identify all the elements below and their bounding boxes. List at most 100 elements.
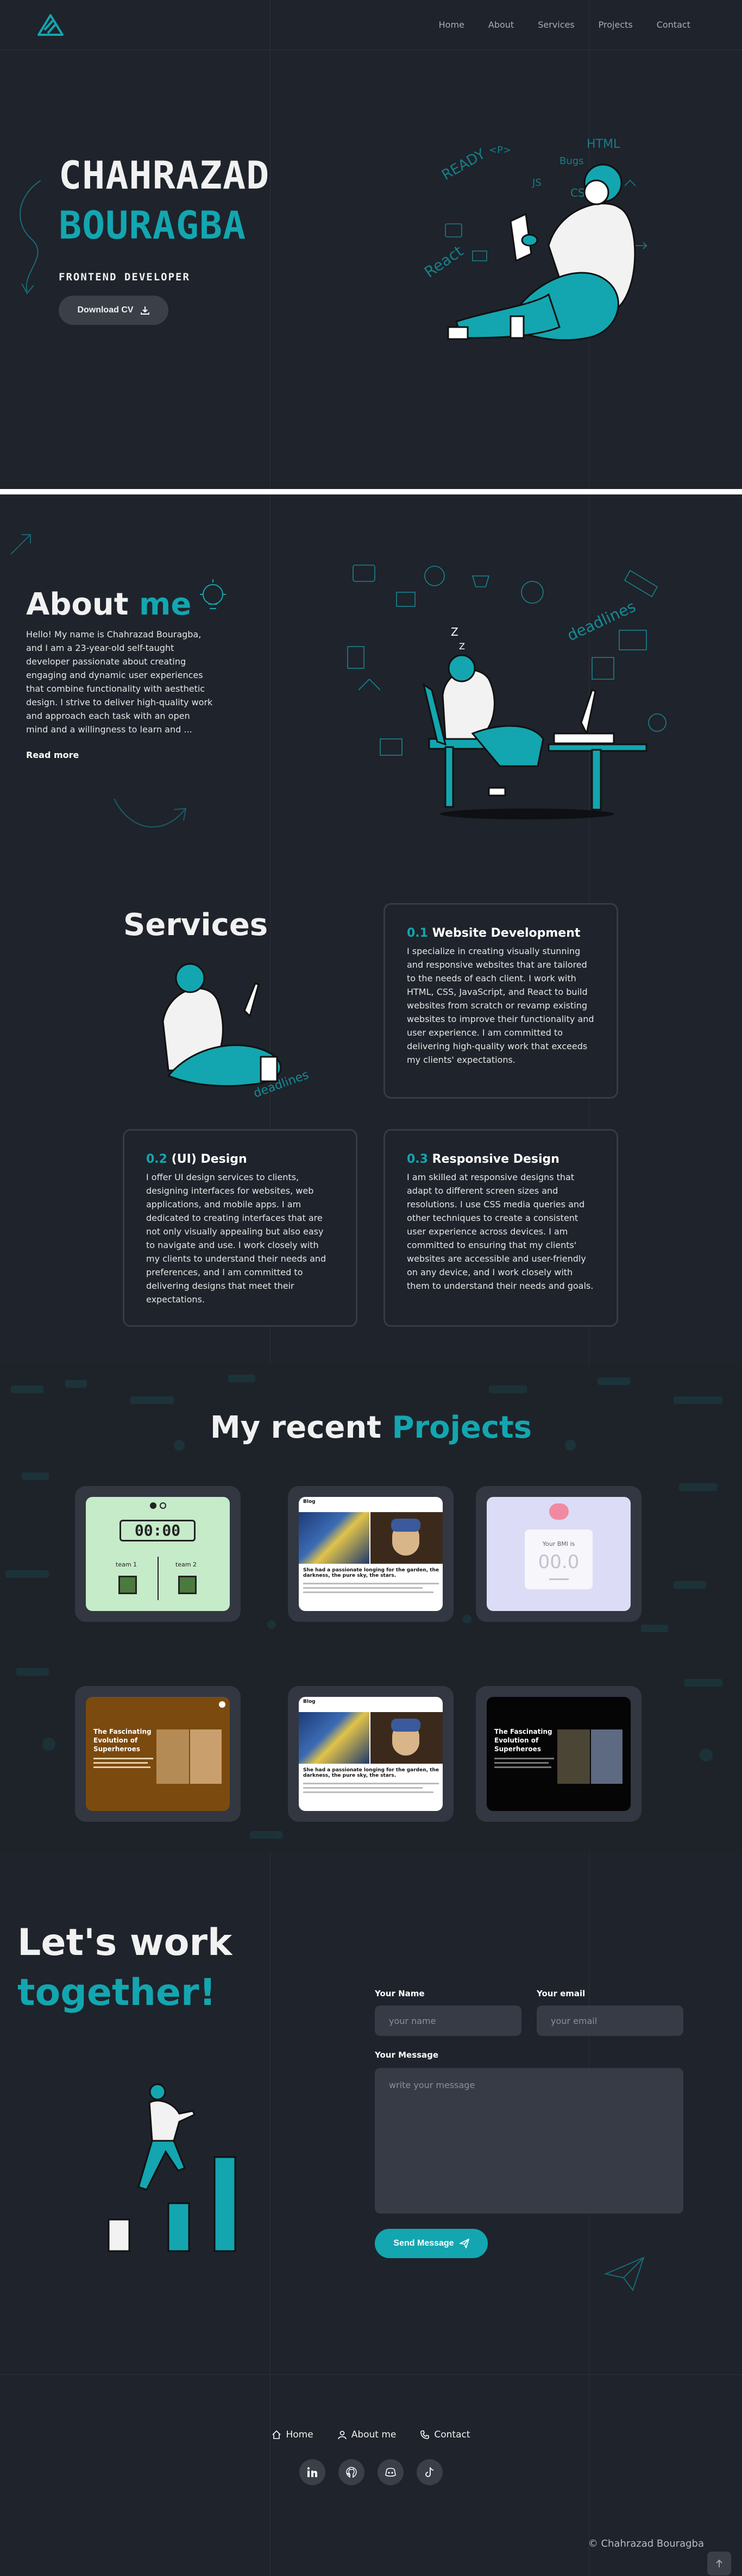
contact-title: Let's work together! [17, 1918, 232, 2018]
project-thumbnail: The Fascinating Evolution of Superheroes [487, 1697, 631, 1811]
home-icon [272, 2430, 281, 2439]
starry-night-image [299, 1512, 369, 1564]
climbing-person-illustration [108, 2083, 236, 2252]
team2-label: team 2 [175, 1561, 197, 1568]
contact-title-line1: Let's work [17, 1921, 232, 1964]
team1-button [118, 1576, 137, 1594]
social-links [0, 2459, 742, 2485]
send-message-label: Send Message [393, 2239, 454, 2248]
project-card-bmi[interactable]: Your BMI is 00.0 [476, 1486, 642, 1622]
lightbulb-icon [200, 579, 226, 609]
footer-about-label: About me [351, 2429, 397, 2440]
nav-services-link[interactable]: Services [538, 20, 574, 30]
blog-headline: She had a passionate longing for the gar… [303, 1768, 439, 1778]
project-card-superheroes-dark[interactable]: The Fascinating Evolution of Superheroes [476, 1686, 642, 1822]
arrow-doodle-icon [114, 798, 187, 828]
back-to-top-button[interactable] [707, 2552, 731, 2575]
section-divider [0, 489, 742, 494]
arrow-doodle-icon [10, 534, 31, 555]
nav-contact-link[interactable]: Contact [657, 20, 690, 30]
sleep-z-text: Z [459, 641, 465, 651]
message-textarea[interactable] [375, 2068, 683, 2214]
project-thumbnail: The Fascinating Evolution of Superheroes [86, 1697, 230, 1811]
email-input[interactable] [537, 2005, 683, 2036]
nav-projects-link[interactable]: Projects [599, 20, 633, 30]
nav-home-link[interactable]: Home [439, 20, 464, 30]
service-card-web-dev: 0.1 Website Development I specialize in … [383, 903, 618, 1099]
doodle-text: JS [532, 177, 542, 189]
service-number: 0.1 [407, 926, 428, 940]
nav-about-link[interactable]: About [488, 20, 514, 30]
contact-section: Let's work together! Your Name Your emai… [0, 1853, 742, 2374]
download-icon [140, 306, 149, 315]
read-more-link[interactable]: Read more [26, 750, 79, 760]
service-name: (UI) Design [171, 1152, 247, 1166]
timer-display: 00:00 [120, 1520, 196, 1541]
comic-image [190, 1729, 222, 1784]
play-icon [150, 1502, 156, 1509]
developer-desk-illustration: deadlines Z Z [347, 565, 666, 819]
team1-label: team 1 [116, 1561, 137, 1568]
arrow-up-icon [716, 2559, 722, 2567]
project-thumbnail: Your BMI is 00.0 [487, 1497, 631, 1611]
copyright-text: © Chahrazad Bouragba [588, 2538, 704, 2549]
sleep-z-text: Z [451, 625, 458, 638]
services-section: Services deadlines 0.1 Website Developme… [0, 875, 742, 1364]
project-card-blog[interactable]: Blog She had a passionate longing for th… [288, 1486, 454, 1622]
contact-title-line2: together! [17, 1971, 216, 2014]
linkedin-icon[interactable] [299, 2459, 325, 2485]
github-icon[interactable] [338, 2459, 364, 2485]
developer-illustration: deadlines [162, 963, 311, 1101]
hero-first-name: CHAHRAZAD [59, 153, 270, 198]
footer-contact-link[interactable]: Contact [420, 2429, 470, 2440]
service-description: I am skilled at responsive designs that … [407, 1172, 594, 1291]
discord-icon[interactable] [378, 2459, 404, 2485]
service-name: Website Development [432, 926, 581, 940]
service-number: 0.3 [407, 1152, 428, 1166]
logo-icon[interactable] [37, 14, 64, 36]
project-card-timer[interactable]: 00:00 team 1 team 2 [75, 1486, 241, 1622]
project-thumbnail: Blog She had a passionate longing for th… [299, 1497, 443, 1611]
send-message-button[interactable]: Send Message [375, 2229, 488, 2258]
hero-last-name: BOURAGBA [59, 203, 247, 248]
footer-home-label: Home [286, 2429, 313, 2440]
paper-plane-icon [459, 2239, 469, 2248]
service-card-ui-design: 0.2 (UI) Design I offer UI design servic… [123, 1129, 357, 1327]
nav-links: Home About Services Projects Contact [439, 20, 690, 30]
arrow-doodle-icon [20, 180, 41, 294]
doodle-text: React [424, 242, 467, 281]
reset-icon [160, 1502, 166, 1509]
footer-about-link[interactable]: About me [337, 2429, 397, 2440]
download-cv-button[interactable]: Download CV [59, 296, 168, 325]
pearl-earring-image [370, 1512, 443, 1564]
phone-illustration [549, 1503, 569, 1520]
bmi-label: Your BMI is [542, 1540, 575, 1547]
superheroes-title: The Fascinating Evolution of Superheroes [494, 1728, 552, 1753]
pearl-earring-image [370, 1712, 443, 1764]
comic-image [156, 1729, 189, 1784]
download-cv-label: Download CV [77, 305, 134, 315]
service-description: I offer UI design services to clients, d… [146, 1172, 326, 1305]
footer-home-link[interactable]: Home [272, 2429, 313, 2440]
footer: Home About me Contact © Chahrazad Bourag… [0, 2374, 742, 2576]
about-section: About me Hello! My name is Chahrazad Bou… [0, 494, 742, 875]
blog-brand: Blog [303, 1499, 316, 1505]
doodle-text: READY [439, 146, 488, 184]
name-label: Your Name [375, 1989, 425, 1998]
service-card-title: 0.3 Responsive Design [407, 1152, 595, 1166]
developer-illustration: READY HTML CSS <P> JS React Bugs [424, 137, 647, 341]
name-input[interactable] [375, 2005, 521, 2036]
footer-links: Home About me Contact [0, 2429, 742, 2440]
projects-section: My recent Projects 00:00 team 1 team 2 B… [0, 1364, 742, 1853]
blog-headline: She had a passionate longing for the gar… [303, 1568, 439, 1578]
starry-night-image [299, 1712, 369, 1764]
project-card-superheroes-brown[interactable]: The Fascinating Evolution of Superheroes [75, 1686, 241, 1822]
projects-title-word: My recent [210, 1410, 382, 1445]
doodle-text: <P> [489, 145, 511, 156]
doodle-text: deadlines [564, 597, 638, 644]
tiktok-icon[interactable] [417, 2459, 443, 2485]
theme-toggle-icon [219, 1701, 225, 1708]
project-card-blog-2[interactable]: Blog She had a passionate longing for th… [288, 1686, 454, 1822]
about-title-word: About [26, 587, 129, 622]
about-title: About me [26, 587, 191, 622]
